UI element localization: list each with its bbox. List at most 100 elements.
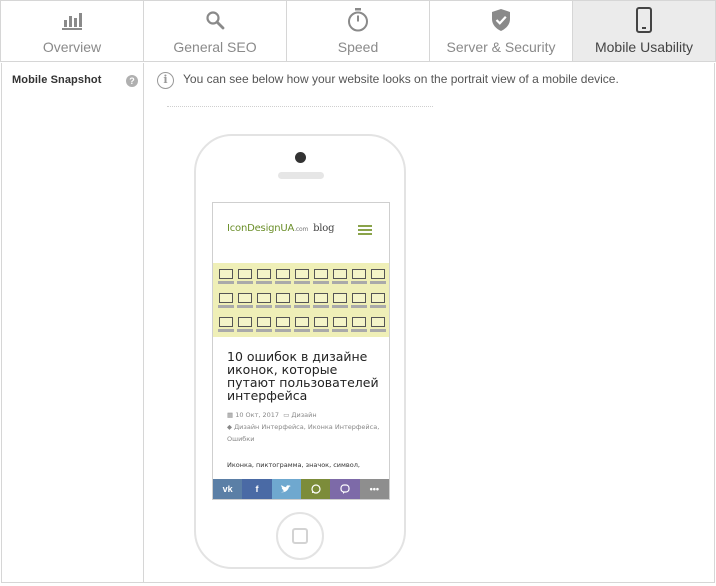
tab-server-security[interactable]: Server & Security (430, 1, 573, 61)
hero-symbol (333, 317, 347, 327)
hero-symbol-caption (351, 281, 367, 284)
hero-symbol-caption (294, 281, 310, 284)
hero-symbol-caption (313, 305, 329, 308)
hero-symbol-caption (256, 305, 272, 308)
post-meta-line: ▦ 10 Окт, 2017 ▭ Дизайн (227, 411, 317, 419)
twitter-icon (271, 479, 301, 499)
hero-symbol (238, 293, 252, 303)
hero-symbol (371, 317, 385, 327)
hero-symbol-caption (294, 329, 310, 332)
logo-domain: .com (294, 226, 309, 233)
hero-symbol (314, 317, 328, 327)
info-text: You can see below how your website looks… (183, 72, 619, 86)
tab-label: Speed (337, 39, 379, 55)
post-tags: Дизайн Интерфейса, Иконка Интерфейса, Ош… (227, 423, 380, 443)
tab-general-seo[interactable]: General SEO (144, 1, 287, 61)
phone-mockup: IconDesignUA.com blog 10 ошибок в дизайн… (194, 134, 406, 569)
facebook-icon: f (242, 479, 272, 499)
more-icon: ••• (359, 479, 389, 499)
tab-speed[interactable]: Speed (287, 1, 430, 61)
viber-icon (330, 479, 360, 499)
hero-symbol (219, 293, 233, 303)
hero-symbol (352, 269, 366, 279)
post-hero-image (213, 263, 389, 337)
vk-icon: vk (213, 479, 243, 499)
hero-symbol-caption (275, 329, 291, 332)
whatsapp-icon (300, 479, 331, 499)
hero-symbol (333, 293, 347, 303)
hero-symbol-caption (370, 305, 386, 308)
hero-symbol (295, 293, 309, 303)
mobile-screenshot: IconDesignUA.com blog 10 ошибок в дизайн… (212, 202, 390, 500)
tab-label: Overview (42, 39, 102, 55)
hero-symbol (352, 293, 366, 303)
hero-symbol (257, 317, 271, 327)
hero-symbol-caption (294, 305, 310, 308)
hero-symbol (295, 317, 309, 327)
hero-symbol (276, 317, 290, 327)
dotted-divider (167, 106, 433, 107)
hero-symbol-caption (218, 281, 234, 284)
hero-symbol-caption (313, 329, 329, 332)
hero-symbol (276, 293, 290, 303)
question-icon[interactable]: ? (126, 75, 138, 87)
home-square-icon (292, 528, 308, 544)
tab-label: Server & Security (446, 39, 556, 55)
post-category: Дизайн (291, 411, 317, 419)
sidebar: Mobile Snapshot ? (2, 63, 144, 582)
mobile-phone-icon (630, 6, 658, 34)
site-logo: IconDesignUA.com blog (227, 223, 335, 234)
hero-symbol-caption (351, 305, 367, 308)
hero-symbol-caption (218, 329, 234, 332)
share-bar: vk f ••• (213, 479, 389, 499)
hero-symbol-caption (313, 281, 329, 284)
hero-symbol-caption (237, 281, 253, 284)
hero-symbol (314, 269, 328, 279)
hero-symbol (276, 269, 290, 279)
hero-symbol (295, 269, 309, 279)
hamburger-menu-icon (358, 225, 372, 237)
tab-mobile-usability[interactable]: Mobile Usability (573, 1, 715, 61)
hero-symbol (371, 293, 385, 303)
stopwatch-icon (344, 6, 372, 34)
hero-symbol-caption (332, 281, 348, 284)
hero-symbol (257, 293, 271, 303)
post-excerpt: Иконка, пиктограмма, значок, символ, (227, 461, 360, 469)
hero-symbol-caption (275, 281, 291, 284)
hero-symbol-caption (256, 329, 272, 332)
tab-label: General SEO (173, 39, 257, 55)
hero-symbol-caption (351, 329, 367, 332)
logo-blog: blog (313, 223, 335, 234)
content-panel: Mobile Snapshot ? i You can see below ho… (1, 63, 715, 583)
tab-label: Mobile Usability (594, 39, 694, 55)
hero-symbol-caption (370, 329, 386, 332)
post-date: 10 Окт, 2017 (235, 411, 280, 419)
hero-symbol-caption (237, 329, 253, 332)
hero-symbol (238, 269, 252, 279)
speaker-slot (278, 172, 324, 179)
hero-symbol-caption (275, 305, 291, 308)
hero-symbol (219, 269, 233, 279)
mobile-snapshot-label: Mobile Snapshot (12, 74, 102, 86)
tab-bar: Overview General SEO Speed Server & Secu… (0, 0, 716, 62)
bar-chart-icon (58, 6, 86, 34)
camera-dot (295, 152, 306, 163)
tab-overview[interactable]: Overview (1, 1, 144, 61)
hero-symbol-caption (332, 305, 348, 308)
hero-symbol-caption (332, 329, 348, 332)
hero-symbol (257, 269, 271, 279)
home-button (276, 512, 324, 560)
hero-symbol-caption (237, 305, 253, 308)
logo-text: IconDesignUA (227, 223, 295, 234)
post-tags-line: ◆ Дизайн Интерфейса, Иконка Интерфейса, … (227, 423, 380, 443)
post-meta: ▦ 10 Окт, 2017 ▭ Дизайн ◆ Дизайн Интерфе… (227, 409, 387, 445)
hero-symbol (238, 317, 252, 327)
site-header: IconDesignUA.com blog (213, 203, 389, 259)
shield-check-icon (487, 6, 515, 34)
hero-symbol (314, 293, 328, 303)
hero-symbol (333, 269, 347, 279)
hero-symbol-caption (370, 281, 386, 284)
hero-symbol (371, 269, 385, 279)
hero-symbol-caption (218, 305, 234, 308)
hero-symbol-caption (256, 281, 272, 284)
